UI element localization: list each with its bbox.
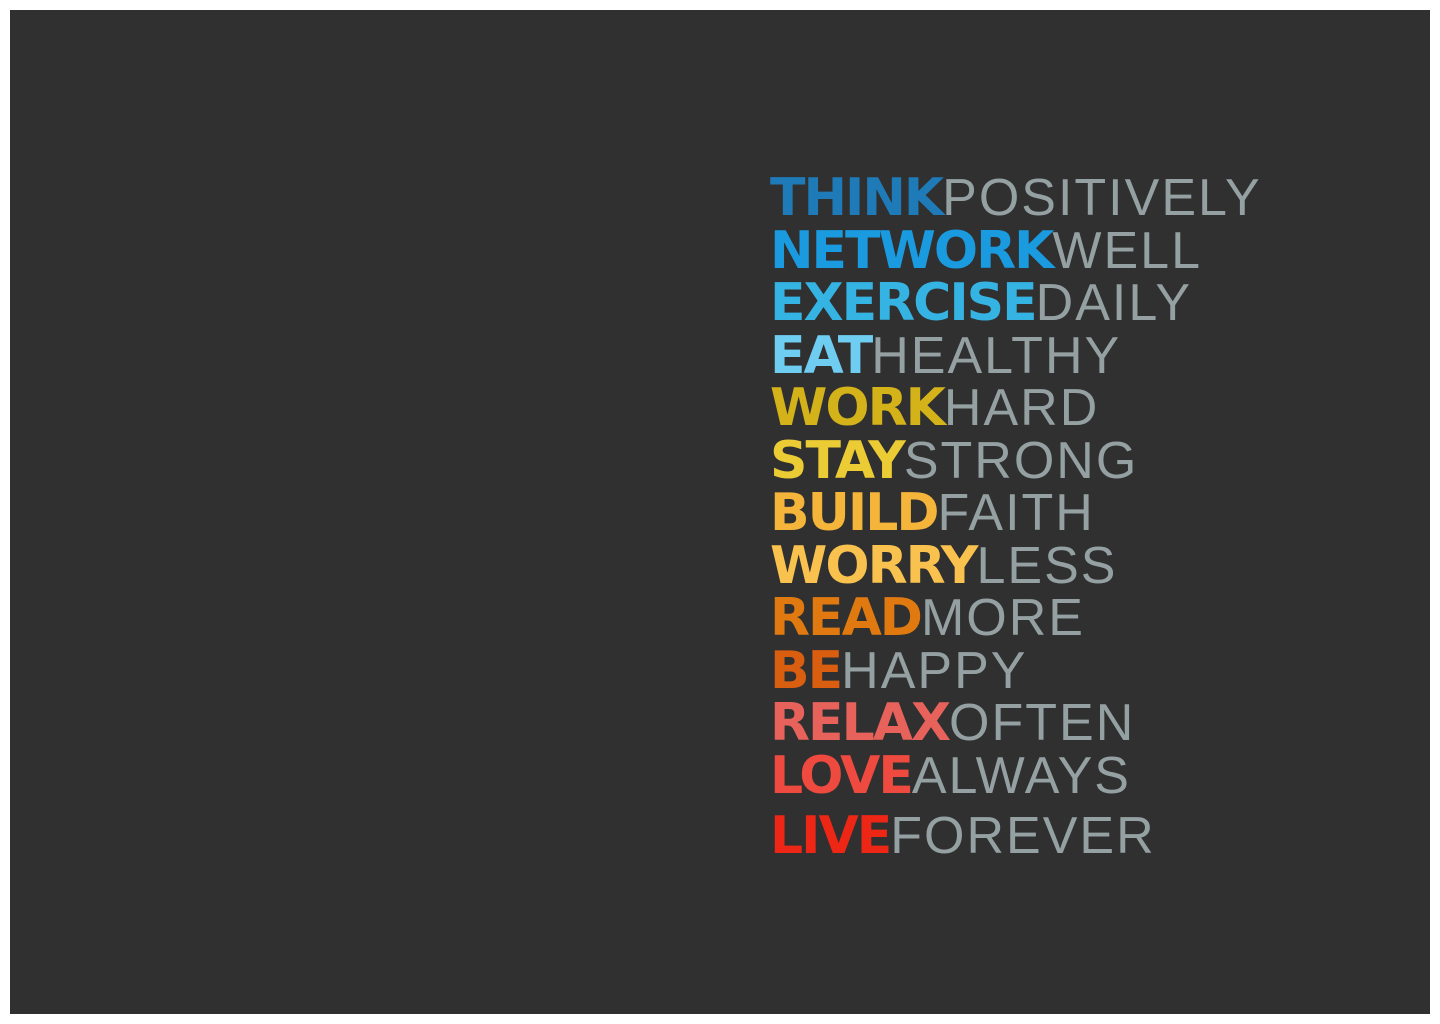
motto-verb: LOVE bbox=[770, 745, 914, 806]
motto-adverb: HAPPY bbox=[841, 641, 1028, 700]
motto-verb: NETWORK bbox=[770, 220, 1054, 281]
motto-verb: EXERCISE bbox=[770, 273, 1038, 333]
motto-adverb: HEALTHY bbox=[871, 326, 1122, 385]
poster: THINKPOSITIVELY NETWORKWELL EXERCISEDAIL… bbox=[10, 10, 1430, 1014]
motto-adverb: HARD bbox=[943, 379, 1100, 437]
motto-verb: WORK bbox=[770, 378, 946, 438]
motto-adverb: LESS bbox=[976, 536, 1118, 595]
motto-adverb: OFTEN bbox=[949, 694, 1136, 752]
motto-line: EXERCISEDAILY bbox=[770, 277, 1262, 330]
motto-adverb: MORE bbox=[920, 589, 1085, 647]
motto-line: NETWORKWELL bbox=[770, 221, 1262, 280]
motto-line: LIVEFOREVER bbox=[770, 810, 1262, 863]
motto-adverb: STRONG bbox=[903, 431, 1139, 490]
motto-verb: WORRY bbox=[770, 535, 978, 596]
motto-verb: RELAX bbox=[770, 693, 951, 753]
motto-adverb: POSITIVELY bbox=[942, 169, 1262, 227]
motto-adverb: FOREVER bbox=[890, 807, 1156, 865]
motto-verb: BUILD bbox=[770, 483, 940, 543]
motto-adverb: DAILY bbox=[1035, 274, 1193, 332]
motto-list: THINKPOSITIVELY NETWORKWELL EXERCISEDAIL… bbox=[770, 172, 1262, 863]
motto-adverb: WELL bbox=[1052, 221, 1203, 280]
motto-verb: EAT bbox=[770, 325, 873, 386]
motto-adverb: ALWAYS bbox=[911, 746, 1131, 805]
motto-line: BUILDFAITH bbox=[770, 487, 1262, 540]
motto-line: LOVEALWAYS bbox=[770, 746, 1262, 805]
motto-line: WORKHARD bbox=[770, 382, 1262, 435]
motto-line: WORRYLESS bbox=[770, 536, 1262, 595]
motto-verb: THINK bbox=[770, 168, 944, 228]
motto-verb: STAY bbox=[770, 430, 906, 491]
motto-line: RELAXOFTEN bbox=[770, 697, 1262, 750]
motto-verb: READ bbox=[770, 588, 923, 648]
motto-line: STAYSTRONG bbox=[770, 431, 1262, 490]
motto-line: THINKPOSITIVELY bbox=[770, 172, 1262, 225]
motto-verb: LIVE bbox=[770, 806, 892, 866]
motto-verb: BE bbox=[770, 640, 843, 701]
motto-line: EATHEALTHY bbox=[770, 326, 1262, 385]
motto-line: BEHAPPY bbox=[770, 641, 1262, 700]
motto-line: READMORE bbox=[770, 592, 1262, 645]
motto-adverb: FAITH bbox=[937, 484, 1095, 542]
